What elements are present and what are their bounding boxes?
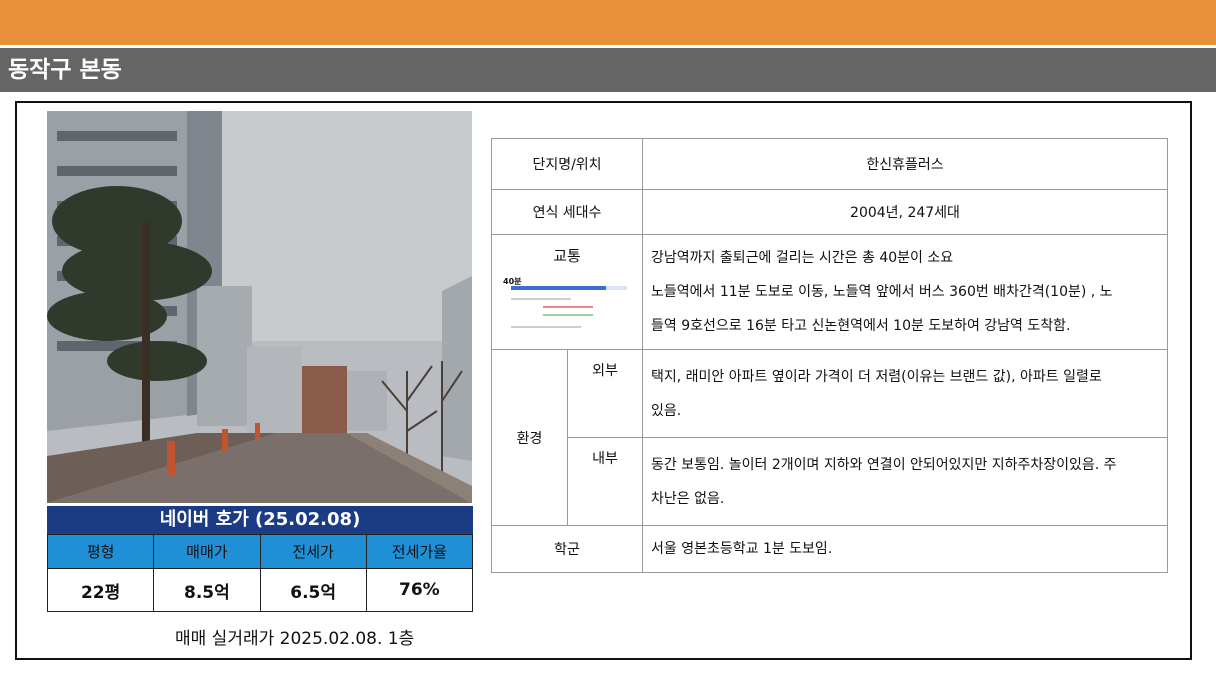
transport-line: 강남역까지 출퇴근에 걸리는 시간은 총 40분이 소요 bbox=[651, 250, 954, 266]
school-value: 서울 영본초등학교 1분 도보임. bbox=[642, 525, 1168, 573]
environment-label: 환경 bbox=[491, 349, 568, 526]
row-year: 연식 세대수 2004년, 247세대 bbox=[491, 189, 1168, 235]
transport-label: 교통 bbox=[553, 247, 581, 265]
transaction-caption: 매매 실거래가 2025.02.08. 1층 bbox=[175, 629, 415, 649]
row-env-inner: 내부 동간 보통임. 놀이터 2개이며 지하와 연결이 안되어있지만 지하주차장… bbox=[492, 437, 1168, 526]
asking-price-title: 네이버 호가 (25.02.08) bbox=[47, 506, 473, 534]
transport-line: 들역 9호선으로 16분 타고 신논현역에서 10분 도보하여 강남역 도착함. bbox=[651, 318, 1071, 334]
asking-price-table: 평형 매매가 전세가 전세가율 22평 8.5억 6.5억 76% bbox=[46, 534, 474, 612]
header-jeonse-ratio: 전세가율 bbox=[365, 534, 474, 569]
school-label: 학군 bbox=[491, 525, 643, 573]
transit-route-thumbnail: 40분 bbox=[503, 272, 631, 336]
row-school: 학군 서울 영본초등학교 1분 도보임. bbox=[491, 525, 1168, 573]
apartment-street-photo bbox=[47, 111, 472, 503]
header-sale-price: 매매가 bbox=[153, 534, 261, 569]
inner-label: 내부 bbox=[567, 437, 643, 526]
row-name: 단지명/위치 한신휴플러스 bbox=[491, 138, 1168, 190]
section-title: 동작구 본동 bbox=[0, 48, 1216, 92]
name-value: 한신휴플러스 bbox=[642, 138, 1168, 190]
transport-line: 노들역에서 11분 도보로 이동, 노들역 앞에서 버스 360번 배차간격(1… bbox=[651, 284, 1113, 300]
outer-label: 외부 bbox=[567, 349, 643, 438]
complex-info-table: 단지명/위치 한신휴플러스 연식 세대수 2004년, 247세대 교통 40분… bbox=[491, 138, 1168, 573]
transit-progress-bar bbox=[511, 286, 627, 290]
header-jeonse-price: 전세가 bbox=[259, 534, 367, 569]
top-accent-bar bbox=[0, 0, 1216, 45]
inner-line: 동간 보통임. 놀이터 2개이며 지하와 연결이 안되어있지만 지하주차장이있음… bbox=[651, 456, 1117, 473]
row-env-outer: 환경 외부 택지, 래미안 아파트 옆이라 가격이 더 저렴(이유는 브랜드 값… bbox=[491, 349, 1168, 526]
year-label: 연식 세대수 bbox=[491, 189, 643, 235]
outer-line: 있음. bbox=[651, 402, 682, 419]
value-jeonse-price: 6.5억 bbox=[259, 568, 367, 612]
inner-description: 동간 보통임. 놀이터 2개이며 지하와 연결이 안되어있지만 지하주차장이있음… bbox=[642, 437, 1168, 526]
transport-cell: 교통 40분 bbox=[491, 234, 643, 350]
name-label: 단지명/위치 bbox=[491, 138, 643, 190]
price-header-row: 평형 매매가 전세가 전세가율 bbox=[46, 534, 474, 569]
outer-line: 택지, 래미안 아파트 옆이라 가격이 더 저렴(이유는 브랜드 값), 아파트… bbox=[651, 368, 1102, 385]
value-jeonse-ratio: 76% bbox=[365, 568, 474, 612]
header-pyeong: 평형 bbox=[46, 534, 155, 569]
price-value-row: 22평 8.5억 6.5억 76% bbox=[46, 568, 474, 612]
outer-description: 택지, 래미안 아파트 옆이라 가격이 더 저렴(이유는 브랜드 값), 아파트… bbox=[642, 349, 1168, 438]
value-sale-price: 8.5억 bbox=[153, 568, 261, 612]
row-transport: 교통 40분 강남역까지 출퇴근에 걸리는 시간은 총 40분이 소요 노들역에… bbox=[491, 234, 1168, 350]
value-pyeong: 22평 bbox=[46, 568, 155, 612]
year-value: 2004년, 247세대 bbox=[642, 189, 1168, 235]
transit-time: 40분 bbox=[503, 277, 522, 286]
transport-description: 강남역까지 출퇴근에 걸리는 시간은 총 40분이 소요 노들역에서 11분 도… bbox=[642, 234, 1168, 350]
inner-line: 차난은 없음. bbox=[651, 490, 725, 507]
